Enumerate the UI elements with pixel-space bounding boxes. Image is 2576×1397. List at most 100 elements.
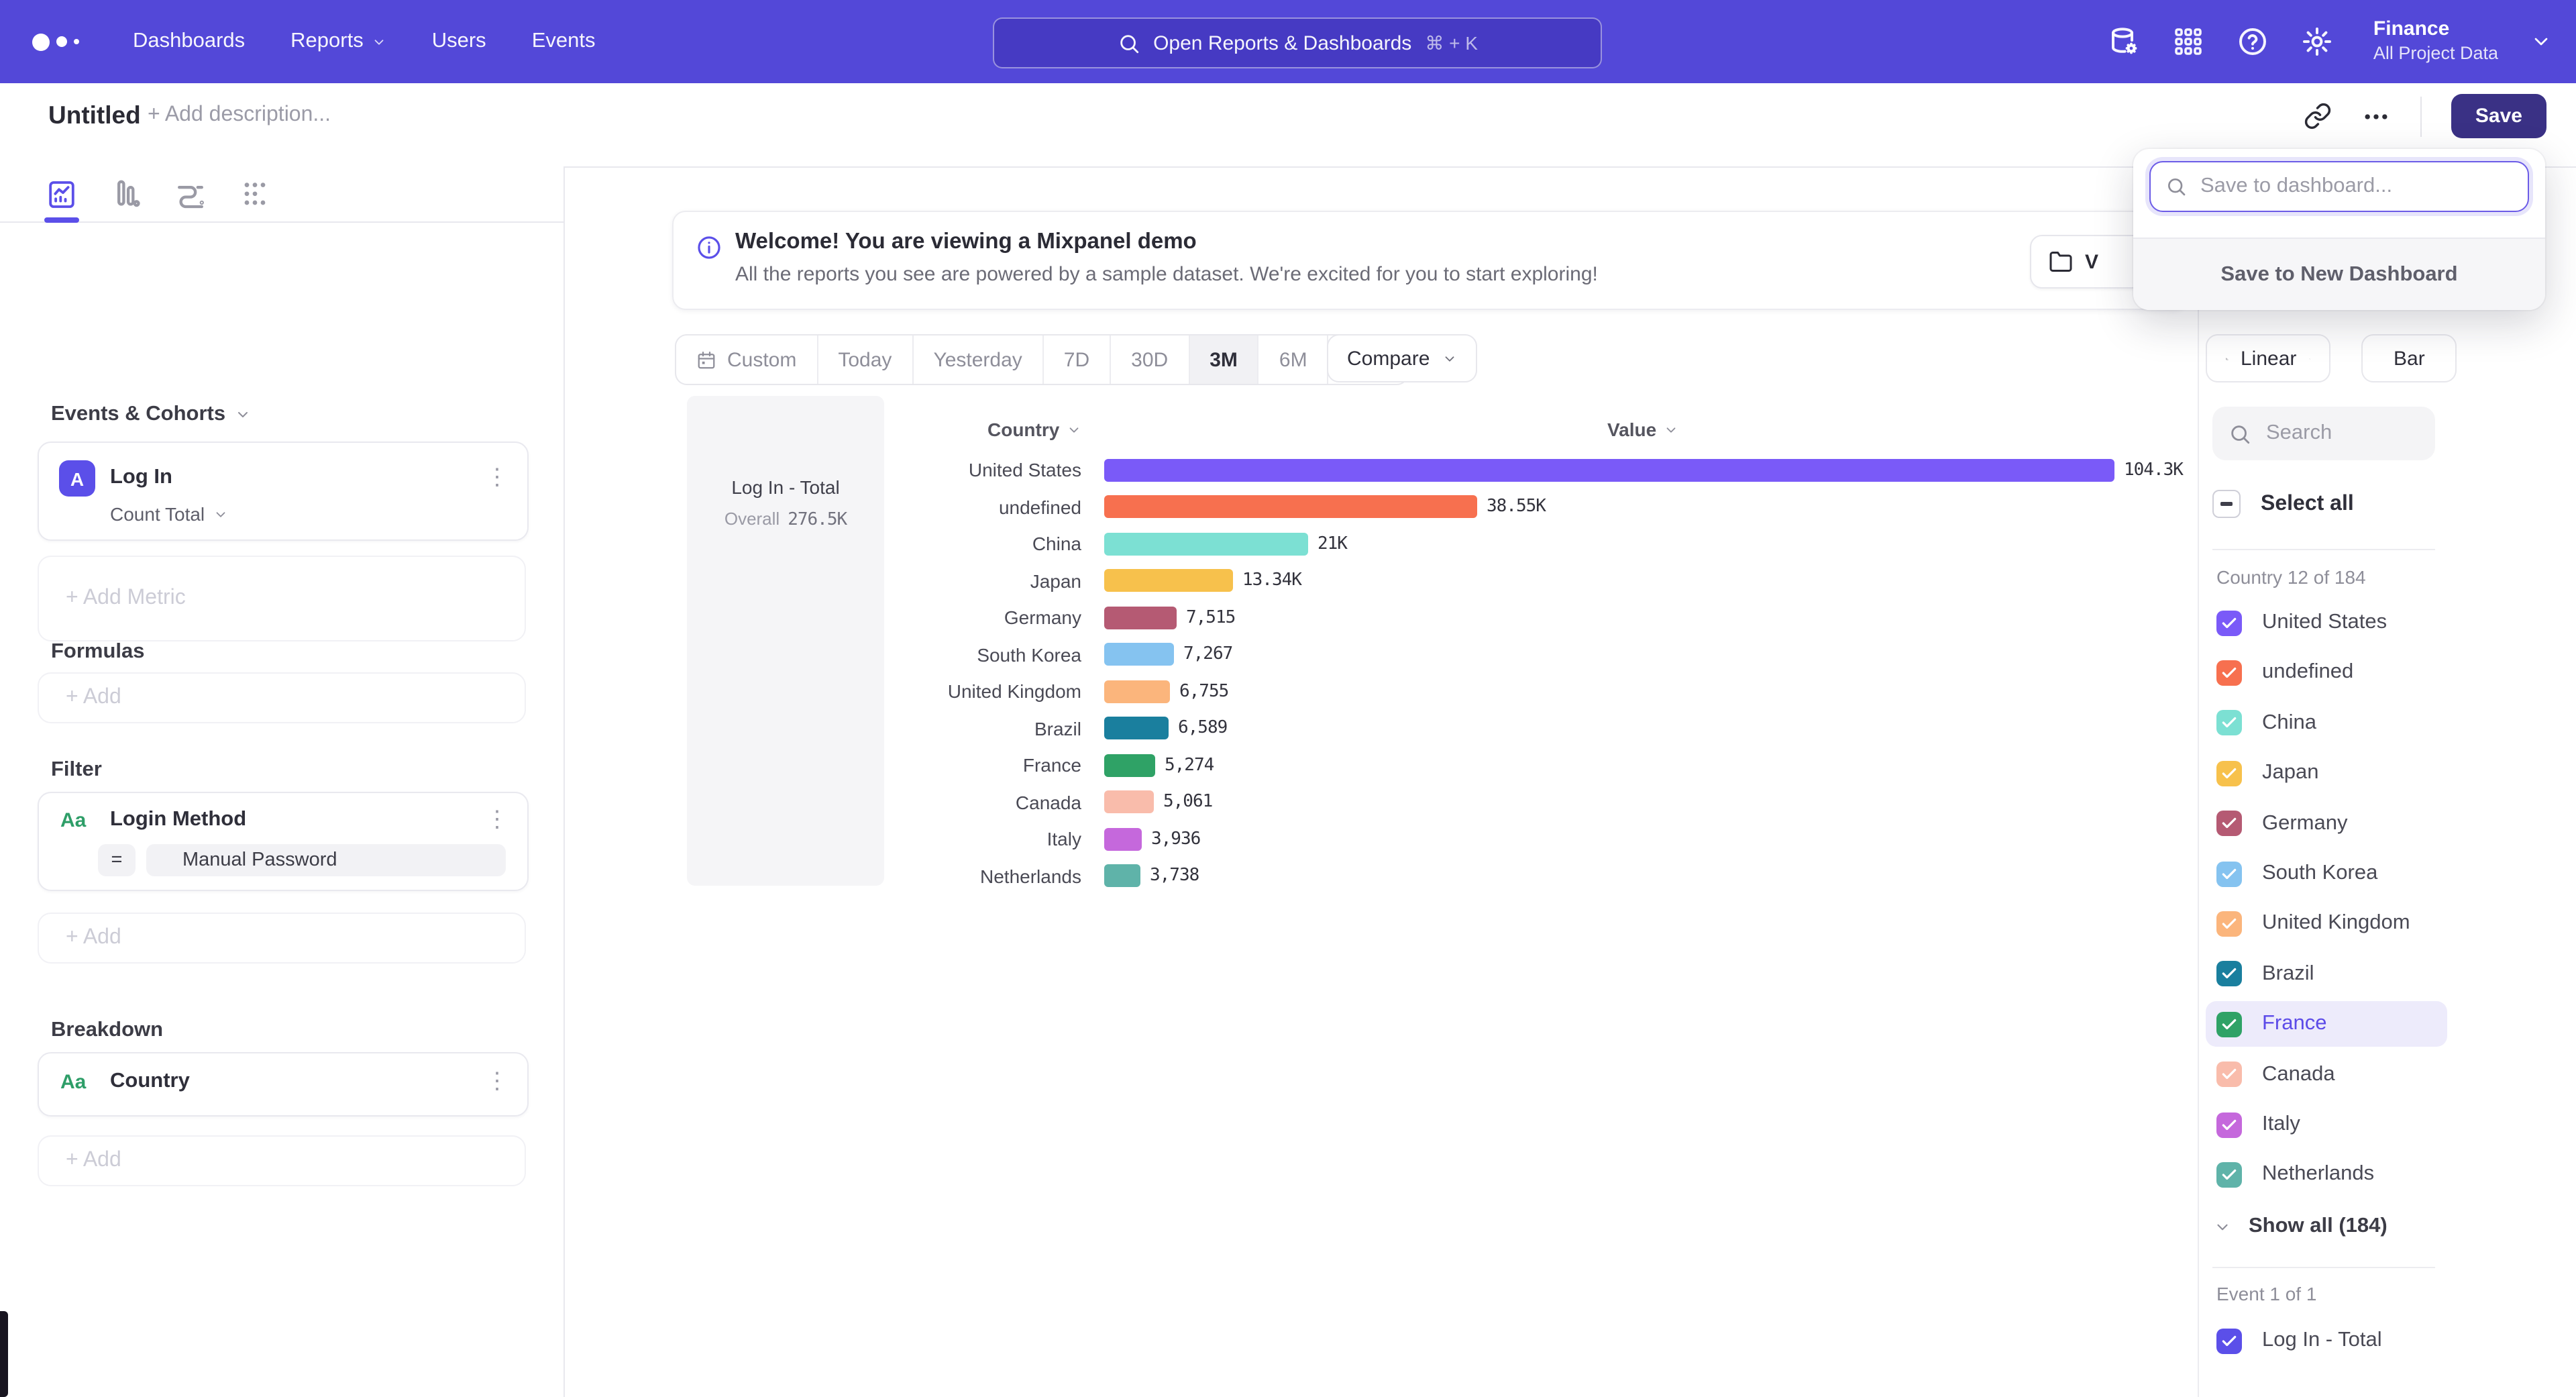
checkbox[interactable] xyxy=(2216,1112,2242,1137)
bar-segment[interactable] xyxy=(1104,643,1174,666)
column-header-value[interactable]: Value xyxy=(1607,419,1678,440)
checkbox-label: United States xyxy=(2262,611,2387,635)
bar-segment[interactable] xyxy=(1104,790,1154,813)
copy-link-icon[interactable] xyxy=(2304,102,2332,130)
bar-segment[interactable] xyxy=(1104,458,2114,481)
nav-item-events[interactable]: Events xyxy=(532,30,596,54)
chevron-down-icon xyxy=(1442,351,1456,366)
global-search-placeholder: Open Reports & Dashboards xyxy=(1153,32,1411,54)
date-range-7d[interactable]: 7D xyxy=(1044,335,1111,384)
checkbox[interactable] xyxy=(2216,711,2242,736)
checkbox[interactable] xyxy=(2216,760,2242,786)
nav-item-users[interactable]: Users xyxy=(432,30,486,54)
select-all-checkbox[interactable] xyxy=(2212,490,2241,518)
bar-row-china: China21K xyxy=(0,527,2198,560)
segment-south-korea[interactable]: South Korea xyxy=(2206,851,2447,896)
segment-search-input[interactable] xyxy=(2263,420,2416,447)
breakdown-header: Breakdown xyxy=(51,1019,163,1043)
show-all-toggle[interactable]: Show all (184) xyxy=(2214,1214,2387,1239)
date-range-custom[interactable]: Custom xyxy=(676,335,818,384)
segment-canada[interactable]: Canada xyxy=(2206,1051,2447,1097)
scale-selector-button[interactable]: Linear xyxy=(2206,334,2330,382)
report-title[interactable]: Untitled xyxy=(48,101,141,130)
compare-button[interactable]: Compare xyxy=(1327,334,1477,382)
breakdown-property-name[interactable]: Country xyxy=(110,1070,190,1094)
nav-item-dashboards[interactable]: Dashboards xyxy=(133,30,245,54)
segment-germany[interactable]: Germany xyxy=(2206,800,2447,846)
date-range-3m[interactable]: 3M xyxy=(1189,335,1259,384)
project-chevron-down-icon[interactable] xyxy=(2530,31,2552,52)
help-icon[interactable] xyxy=(2237,25,2269,58)
segment-united-states[interactable]: United States xyxy=(2206,600,2447,645)
bar-segment[interactable] xyxy=(1104,495,1477,518)
date-range-yesterday[interactable]: Yesterday xyxy=(913,335,1043,384)
data-management-icon[interactable] xyxy=(2108,25,2140,58)
tab-insights[interactable] xyxy=(44,176,79,211)
check-icon xyxy=(2220,815,2238,832)
apps-grid-icon[interactable] xyxy=(2172,25,2204,58)
chevron-down-icon xyxy=(2214,1218,2231,1235)
calendar-icon xyxy=(696,350,716,370)
bar-value-label: 13.34K xyxy=(1242,570,1301,590)
nav-item-reports[interactable]: Reports xyxy=(290,30,386,54)
checkbox[interactable] xyxy=(2216,962,2242,987)
global-search-button[interactable]: Open Reports & Dashboards ⌘ + K xyxy=(993,17,1602,68)
segment-search-box[interactable] xyxy=(2212,407,2435,460)
add-filter-button[interactable]: + Add xyxy=(38,913,526,964)
nav-item-label: Users xyxy=(432,30,486,54)
bar-category-label: Netherlands xyxy=(759,865,1081,886)
dashboard-search-box[interactable] xyxy=(2149,161,2529,212)
select-all-row[interactable]: Select all xyxy=(2212,490,2354,518)
column-header-country[interactable]: Country xyxy=(987,419,1081,440)
bar-segment[interactable] xyxy=(1104,680,1170,703)
breakdown-card[interactable]: Aa Country ⋮ xyxy=(38,1052,529,1117)
checkbox[interactable] xyxy=(2216,1062,2242,1087)
add-description-field[interactable]: + Add description... xyxy=(148,103,331,127)
bar-segment[interactable] xyxy=(1104,606,1177,629)
date-range-30d[interactable]: 30D xyxy=(1111,335,1189,384)
bar-segment[interactable] xyxy=(1104,569,1233,592)
checkbox[interactable] xyxy=(2216,1162,2242,1188)
checkbox[interactable] xyxy=(2216,811,2242,836)
tab-funnels[interactable] xyxy=(109,176,144,211)
more-actions-icon[interactable] xyxy=(2361,101,2391,131)
bar-segment[interactable] xyxy=(1104,864,1140,887)
bar-segment[interactable] xyxy=(1104,717,1169,739)
check-icon xyxy=(2220,764,2238,782)
mixpanel-logo-icon[interactable] xyxy=(32,33,79,50)
event-log-in---total[interactable]: Log In - Total xyxy=(2206,1318,2447,1363)
add-breakdown-button[interactable]: + Add xyxy=(38,1135,526,1186)
chart-type-button[interactable]: Bar xyxy=(2361,334,2457,382)
segment-japan[interactable]: Japan xyxy=(2206,750,2447,796)
bar-segment[interactable] xyxy=(1104,532,1308,555)
checkbox[interactable] xyxy=(2216,1328,2242,1353)
segment-china[interactable]: China xyxy=(2206,701,2447,746)
segment-brazil[interactable]: Brazil xyxy=(2206,951,2447,997)
tab-flows[interactable] xyxy=(237,176,272,211)
checkbox[interactable] xyxy=(2216,861,2242,886)
date-range-6m[interactable]: 6M xyxy=(1259,335,1329,384)
nav-item-label: Dashboards xyxy=(133,30,245,54)
tab-retention[interactable] xyxy=(173,176,208,211)
bar-category-label: United Kingdom xyxy=(759,680,1081,702)
checkbox[interactable] xyxy=(2216,1011,2242,1037)
project-switcher[interactable]: Finance All Project Data xyxy=(2373,17,2498,65)
check-icon xyxy=(2220,715,2238,732)
segment-united-kingdom[interactable]: United Kingdom xyxy=(2206,901,2447,947)
segment-undefined[interactable]: undefined xyxy=(2206,650,2447,696)
bar-segment[interactable] xyxy=(1104,754,1155,776)
checkbox[interactable] xyxy=(2216,610,2242,635)
checkbox[interactable] xyxy=(2216,911,2242,937)
segment-italy[interactable]: Italy xyxy=(2206,1102,2447,1147)
bar-segment[interactable] xyxy=(1104,827,1142,850)
checkbox[interactable] xyxy=(2216,660,2242,686)
date-range-today[interactable]: Today xyxy=(818,335,913,384)
dashboard-search-input[interactable] xyxy=(2198,173,2498,200)
save-to-new-dashboard-button[interactable]: Save to New Dashboard xyxy=(2133,238,2545,310)
settings-gear-icon[interactable] xyxy=(2301,25,2333,58)
segment-netherlands[interactable]: Netherlands xyxy=(2206,1152,2447,1198)
events-cohorts-header[interactable]: Events & Cohorts xyxy=(51,403,251,427)
segment-france[interactable]: France xyxy=(2206,1001,2447,1047)
save-button[interactable]: Save xyxy=(2451,94,2546,138)
breakdown-menu-icon[interactable]: ⋮ xyxy=(486,1070,508,1092)
